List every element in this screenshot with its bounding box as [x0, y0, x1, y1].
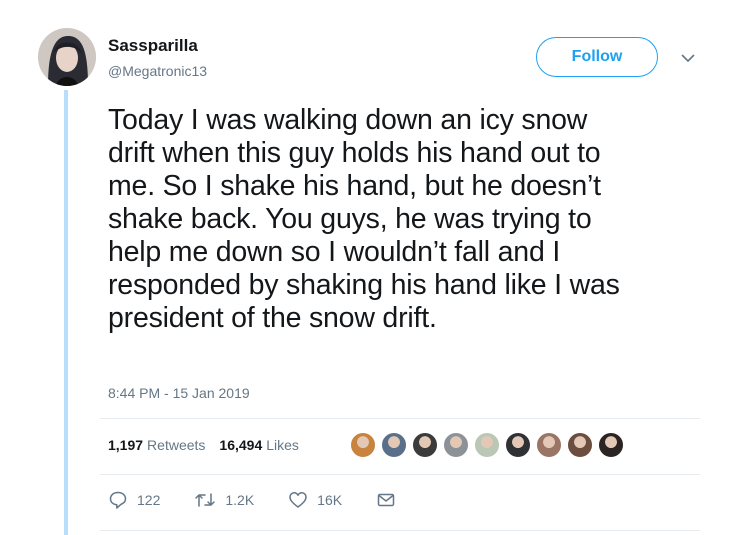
author-name[interactable]: Sassparilla: [108, 36, 198, 56]
retweet-button[interactable]: 1.2K: [194, 490, 254, 510]
tweet-line: president of the snow drift.: [108, 302, 437, 334]
avatar-image: [38, 28, 96, 86]
tweet-stats: 1,197 Retweets 16,494 Likes: [108, 437, 299, 453]
reply-count: 122: [137, 492, 161, 508]
follow-button[interactable]: Follow: [536, 37, 658, 77]
retweet-count: 1.2K: [225, 492, 255, 508]
liker-avatar[interactable]: [350, 432, 376, 458]
retweets-label: Retweets: [147, 437, 206, 453]
liker-avatars: [350, 432, 629, 458]
tweet-line: shake back. You guys, he was trying to: [108, 203, 592, 235]
tweet-line: drift when this guy holds his hand out t…: [108, 137, 601, 169]
like-button[interactable]: 16K: [288, 490, 342, 510]
tweet-line: me. So I shake his hand, but he doesn’t: [108, 170, 601, 202]
retweets-count: 1,197: [108, 437, 144, 453]
likes-stat[interactable]: 16,494 Likes: [219, 437, 299, 453]
tweet-line: responded by shaking his hand like I was: [108, 269, 620, 301]
divider: [100, 418, 700, 419]
liker-avatar[interactable]: [505, 432, 531, 458]
liker-avatar[interactable]: [381, 432, 407, 458]
envelope-icon: [377, 493, 395, 507]
tweet-actions: 122 1.2K 16K: [108, 490, 439, 510]
like-count: 16K: [317, 492, 343, 508]
liker-avatar[interactable]: [474, 432, 500, 458]
thread-line: [64, 90, 68, 535]
divider: [100, 530, 700, 531]
heart-icon: [289, 492, 307, 508]
liker-avatar[interactable]: [536, 432, 562, 458]
tweet-text: Today I was walking down an icy snow dri…: [108, 104, 713, 335]
chevron-down-icon[interactable]: [680, 50, 696, 66]
liker-avatar[interactable]: [443, 432, 469, 458]
likes-label: Likes: [266, 437, 299, 453]
reply-button[interactable]: 122: [108, 490, 160, 510]
tweet-timestamp[interactable]: 8:44 PM - 15 Jan 2019: [108, 385, 250, 401]
divider: [100, 474, 700, 475]
tweet-line: help me down so I wouldn’t fall and I: [108, 236, 561, 268]
retweets-stat[interactable]: 1,197 Retweets: [108, 437, 205, 453]
retweet-icon: [195, 493, 216, 507]
liker-avatar[interactable]: [412, 432, 438, 458]
likes-count: 16,494: [219, 437, 263, 453]
author-handle[interactable]: @Megatronic13: [108, 63, 207, 79]
liker-avatar[interactable]: [598, 432, 624, 458]
reply-icon: [109, 491, 127, 509]
direct-message-button[interactable]: [376, 491, 405, 509]
tweet-line: Today I was walking down an icy snow: [108, 104, 588, 136]
avatar[interactable]: [38, 28, 96, 86]
liker-avatar[interactable]: [567, 432, 593, 458]
